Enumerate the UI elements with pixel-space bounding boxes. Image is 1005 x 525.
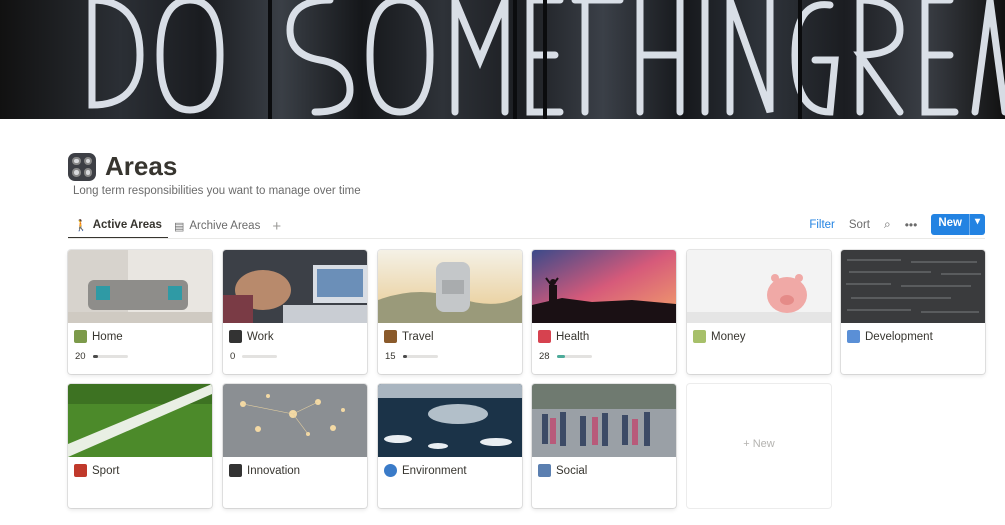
card-cover-image xyxy=(841,250,985,323)
card-progress: 15 xyxy=(385,351,438,362)
card-title: Environment xyxy=(384,464,467,477)
shoe-icon xyxy=(74,464,87,477)
tab-active-areas[interactable]: 🚶 Active Areas xyxy=(68,213,168,239)
card-sport[interactable]: Sport xyxy=(68,384,212,508)
tab-label: Archive Areas xyxy=(189,220,261,232)
card-cover-image xyxy=(532,384,676,457)
money-icon xyxy=(693,330,706,343)
people-icon xyxy=(538,464,551,477)
progress-bar xyxy=(556,355,592,358)
card-cover-image xyxy=(378,250,522,323)
new-badge-icon xyxy=(847,330,860,343)
card-title: Sport xyxy=(74,464,120,477)
progress-bar xyxy=(242,355,278,358)
card-cover-image xyxy=(68,384,212,457)
progress-fill xyxy=(402,355,407,358)
page-header: Areas xyxy=(68,151,177,182)
cover-image[interactable] xyxy=(0,0,1005,119)
globe-icon xyxy=(384,464,397,477)
card-cover-image xyxy=(223,384,367,457)
add-view-plus-icon[interactable]: + xyxy=(266,218,287,235)
page-title[interactable]: Areas xyxy=(105,151,177,182)
sort-button[interactable]: Sort xyxy=(849,219,870,231)
card-travel[interactable]: Travel 15 xyxy=(378,250,522,374)
progress-fill xyxy=(556,355,566,358)
database-toolbar: Filter Sort ⌕ ••• New ▾ xyxy=(809,214,985,235)
card-progress: 20 xyxy=(75,351,128,362)
tab-divider xyxy=(68,238,985,239)
walking-person-icon: 🚶 xyxy=(74,219,88,232)
luggage-icon xyxy=(384,330,397,343)
laptop-icon xyxy=(229,330,242,343)
card-title: Innovation xyxy=(229,464,300,477)
heart-icon xyxy=(538,330,551,343)
house-icon xyxy=(74,330,87,343)
chevron-down-icon[interactable]: ▾ xyxy=(968,214,985,235)
card-title: Home xyxy=(74,330,123,343)
tab-archive-areas[interactable]: ▤ Archive Areas xyxy=(168,213,266,239)
progress-bar xyxy=(402,355,438,358)
card-health[interactable]: Health 28 xyxy=(532,250,676,374)
progress-bar xyxy=(92,355,128,358)
card-innovation[interactable]: Innovation xyxy=(223,384,367,508)
card-cover-image xyxy=(223,250,367,323)
more-options-icon[interactable]: ••• xyxy=(905,218,918,232)
card-environment[interactable]: Environment xyxy=(378,384,522,508)
new-card-button[interactable]: + New xyxy=(687,384,831,508)
new-button-group: New ▾ xyxy=(931,214,985,235)
card-title: Development xyxy=(847,330,933,343)
view-tabs: 🚶 Active Areas ▤ Archive Areas + xyxy=(68,213,287,239)
card-title: Travel xyxy=(384,330,434,343)
tab-label: Active Areas xyxy=(92,219,162,231)
card-social[interactable]: Social xyxy=(532,384,676,508)
card-title: Social xyxy=(538,464,587,477)
card-cover-image xyxy=(532,250,676,323)
card-progress: 0 xyxy=(230,351,278,362)
card-progress: 28 xyxy=(539,351,592,362)
card-money[interactable]: Money xyxy=(687,250,831,374)
card-cover-image xyxy=(378,384,522,457)
card-development[interactable]: Development xyxy=(841,250,985,374)
archive-box-icon: ▤ xyxy=(173,220,185,233)
new-card-label: + New xyxy=(743,438,775,450)
filter-button[interactable]: Filter xyxy=(809,219,835,231)
laptop-icon xyxy=(229,464,242,477)
progress-fill xyxy=(92,355,98,358)
page-description[interactable]: Long term responsibilities you want to m… xyxy=(73,185,361,197)
card-cover-image xyxy=(687,250,831,323)
page-emoji-icon[interactable] xyxy=(68,152,96,181)
search-icon[interactable]: ⌕ xyxy=(884,217,891,232)
card-cover-image xyxy=(68,250,212,323)
card-home[interactable]: Home 20 xyxy=(68,250,212,374)
card-title: Work xyxy=(229,330,274,343)
card-work[interactable]: Work 0 xyxy=(223,250,367,374)
new-button[interactable]: New xyxy=(931,214,969,235)
card-title: Money xyxy=(693,330,746,343)
card-title: Health xyxy=(538,330,589,343)
